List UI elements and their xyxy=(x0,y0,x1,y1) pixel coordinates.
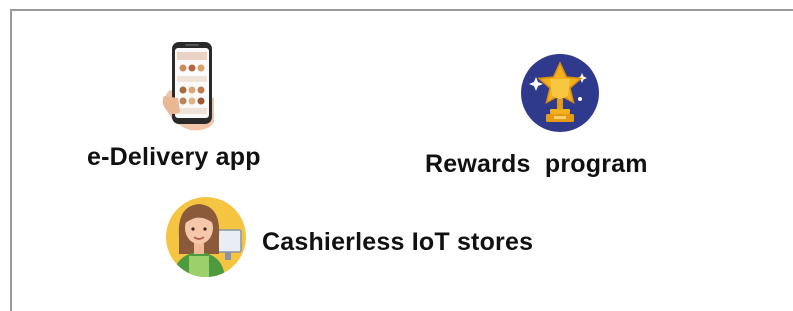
feature-label: Rewards program xyxy=(425,150,648,178)
cashier-icon xyxy=(165,196,247,278)
trophy-icon xyxy=(520,53,600,133)
smartphone-icon xyxy=(158,38,228,134)
feature-label: e-Delivery app xyxy=(87,143,261,171)
feature-label: Cashierless IoT stores xyxy=(262,228,534,256)
